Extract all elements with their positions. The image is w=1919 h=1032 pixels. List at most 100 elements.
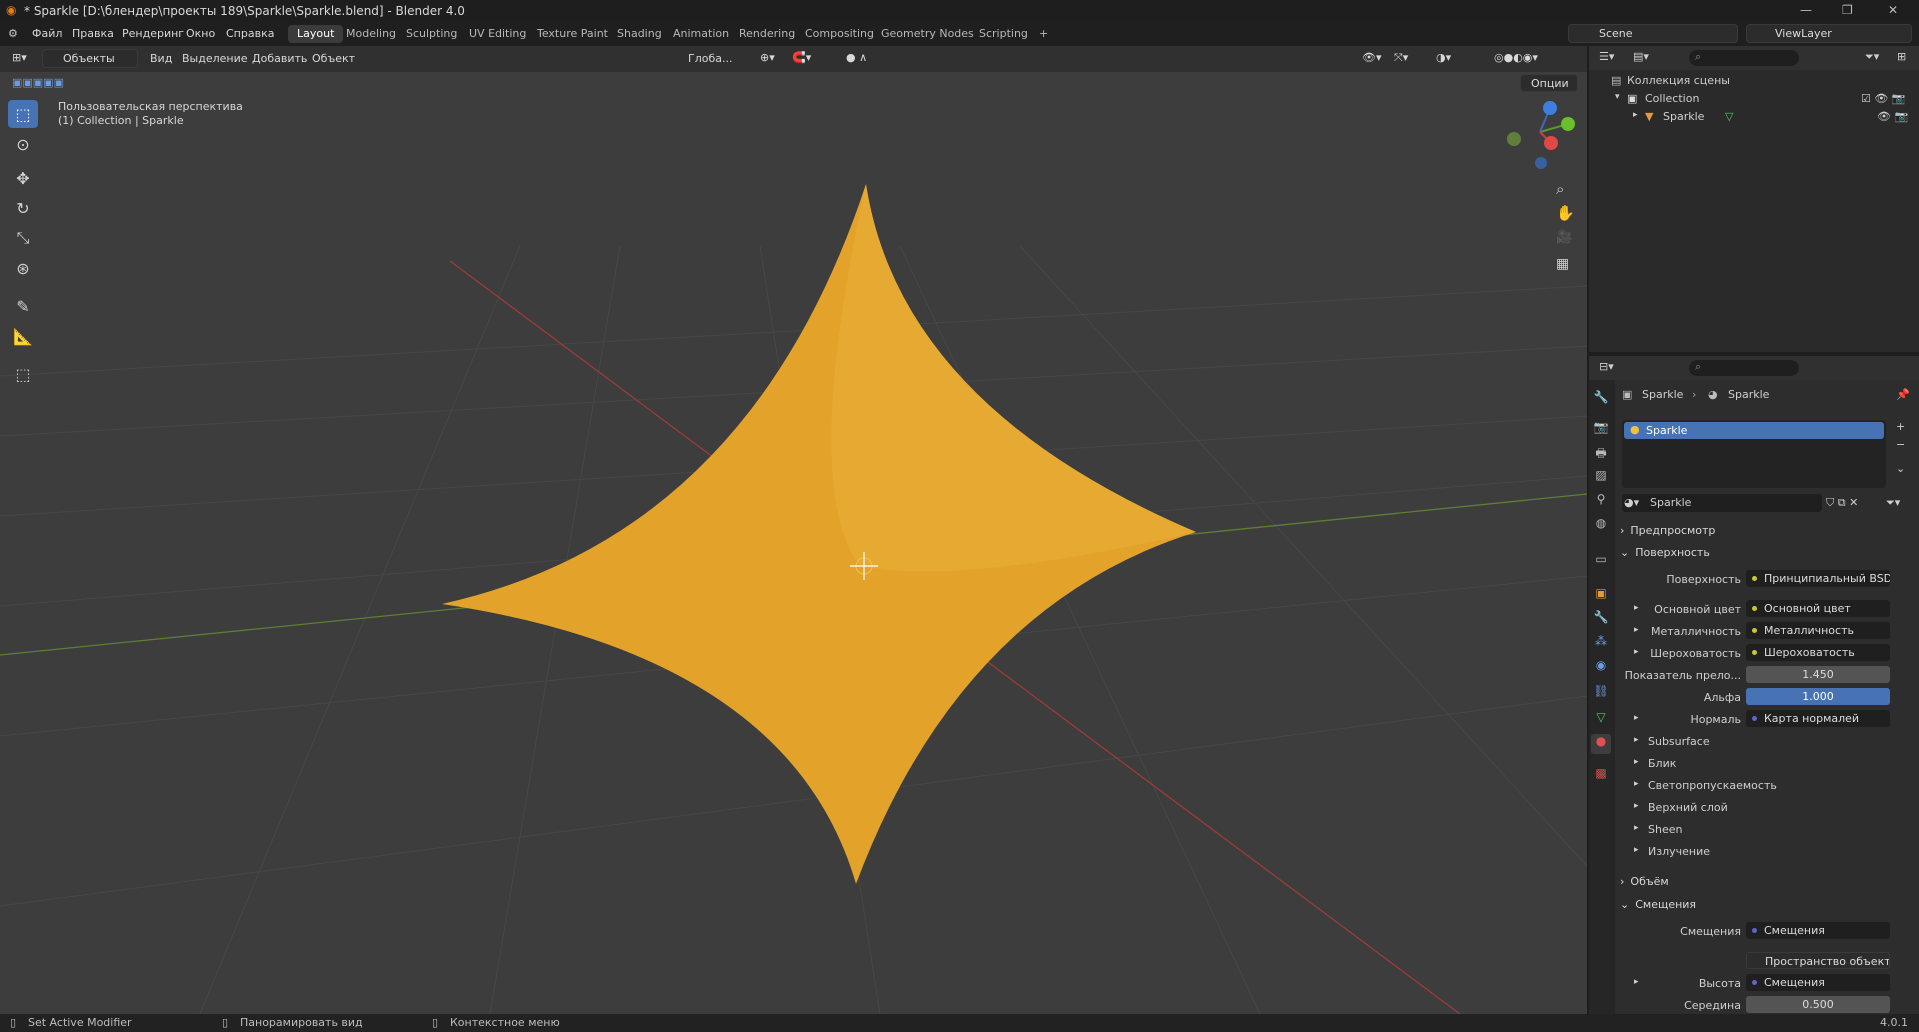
select-mode-icons[interactable]: ▣▣▣▣▣ <box>12 76 64 89</box>
pan-hand-icon[interactable]: ✋ <box>1556 204 1575 222</box>
annotate-tool[interactable]: ✎ <box>8 292 38 320</box>
material-slot-selected[interactable]: ● Sparkle <box>1624 422 1884 439</box>
scene-tab-icon[interactable]: ⚲ <box>1591 492 1611 512</box>
material-tab-icon[interactable]: ● <box>1591 734 1611 754</box>
overlays-icon[interactable]: ◑▾ <box>1436 51 1451 64</box>
editor-type-icon[interactable]: ⊞▾ <box>12 51 27 64</box>
surface-row-field[interactable]: Основной цвет <box>1746 600 1890 617</box>
data-tab-icon[interactable]: ▽ <box>1591 710 1611 730</box>
view-layer-selector[interactable]: ViewLayer <box>1746 24 1912 43</box>
menu-help[interactable]: Справка <box>226 27 274 40</box>
surface-row-field[interactable]: Карта нормалей <box>1746 710 1890 727</box>
displacement-section[interactable]: ⌄ Смещения <box>1620 898 1910 918</box>
expand-collection-icon[interactable]: ▾ <box>1615 92 1620 102</box>
breadcrumb-material[interactable]: Sparkle <box>1728 388 1769 401</box>
properties-search-input[interactable]: ⌕ <box>1689 360 1799 376</box>
row-expand-icon[interactable]: ▸ <box>1634 625 1639 635</box>
blender-menu-icon[interactable]: ⚙ <box>8 27 18 40</box>
mesh-data-icon[interactable]: ▽ <box>1725 110 1733 123</box>
surface-row-field[interactable]: 1.000 <box>1746 688 1890 705</box>
subpanel-0[interactable]: ▸ Subsurface <box>1628 732 1913 752</box>
object-tab-icon[interactable]: ▣ <box>1591 586 1611 606</box>
surface-row-field[interactable]: 1.450 <box>1746 666 1890 683</box>
zoom-icon[interactable]: ⌕ <box>1556 180 1564 198</box>
menu-file[interactable]: Файл <box>32 27 62 40</box>
move-tool[interactable]: ✥ <box>8 164 38 192</box>
tab-sculpting[interactable]: Sculpting <box>397 25 466 43</box>
proportional-edit-icon[interactable]: ● ∧ <box>846 51 867 64</box>
modifier-tab-icon[interactable]: 🔧 <box>1591 610 1611 630</box>
subpanel-5[interactable]: ▸ Излучение <box>1628 842 1913 862</box>
surface-row-field[interactable]: Металличность <box>1746 622 1890 639</box>
outliner-editor-icon[interactable]: ☰▾ <box>1599 50 1614 63</box>
subpanel-2[interactable]: ▸ Светопропускаемость <box>1628 776 1913 796</box>
add-cube-tool[interactable]: ⬚ <box>8 360 38 388</box>
menu-window[interactable]: Окно <box>186 27 215 40</box>
mode-selector[interactable]: Объекты <box>42 49 138 68</box>
add-slot-icon[interactable]: + <box>1896 420 1905 433</box>
navigation-gizmo[interactable] <box>1507 101 1575 169</box>
displacement-row-field[interactable]: Смещения <box>1746 922 1890 939</box>
material-slot-list[interactable]: ● Sparkle <box>1622 420 1886 488</box>
tab-texture-paint[interactable]: Texture Paint <box>528 25 617 43</box>
rotate-tool[interactable]: ↻ <box>8 194 38 222</box>
object-label[interactable]: Sparkle <box>1663 110 1704 123</box>
tab-compositing[interactable]: Compositing <box>796 25 883 43</box>
displacement-row-field[interactable]: 0.500 <box>1746 996 1890 1013</box>
display-mode-icon[interactable]: ▤▾ <box>1633 50 1649 63</box>
tab-geometry-nodes[interactable]: Geometry Nodes <box>872 25 983 43</box>
gizmo-toggle-icon[interactable]: ⤧▾ <box>1394 51 1408 65</box>
expand-object-icon[interactable]: ▸ <box>1633 110 1638 120</box>
physics-tab-icon[interactable]: ◉ <box>1591 658 1611 678</box>
subpanel-3[interactable]: ▸ Верхний слой <box>1628 798 1913 818</box>
particles-tab-icon[interactable]: ⁂ <box>1591 634 1611 654</box>
row-expand-icon[interactable]: ▸ <box>1634 713 1639 723</box>
tab-animation[interactable]: Animation <box>664 25 738 43</box>
volume-section[interactable]: › Объём <box>1620 875 1910 895</box>
object-visibility-icons[interactable]: 👁 📷 <box>1877 110 1908 123</box>
output-tab-icon[interactable]: 🖶 <box>1591 444 1611 464</box>
menu-select[interactable]: Выделение <box>182 52 248 65</box>
camera-view-icon[interactable]: 🎥 <box>1556 230 1572 245</box>
select-box-tool[interactable]: ⬚ <box>8 100 38 128</box>
tab-modeling[interactable]: Modeling <box>337 25 405 43</box>
constraints-tab-icon[interactable]: ⛓ <box>1591 684 1611 704</box>
visibility-icon[interactable]: 👁▾ <box>1362 51 1382 64</box>
material-name-field[interactable]: Sparkle <box>1622 494 1822 512</box>
properties-editor-icon[interactable]: ⊟▾ <box>1599 360 1614 373</box>
surface-row-field[interactable]: Принципиальный BSDF <box>1746 570 1890 587</box>
breadcrumb-object[interactable]: Sparkle <box>1642 388 1683 401</box>
tab-uv-editing[interactable]: UV Editing <box>460 25 535 43</box>
maximize-icon[interactable]: ❐ <box>1842 3 1853 17</box>
transform-orientation[interactable]: Глоба... <box>688 52 732 65</box>
collection-visibility-icons[interactable]: ☑ 👁 📷 <box>1861 92 1906 105</box>
displacement-row-field[interactable]: Пространство объекта <box>1746 952 1890 969</box>
pin-icon[interactable]: 📌 <box>1896 388 1910 401</box>
close-icon[interactable]: ✕ <box>1888 3 1898 17</box>
world-tab-icon[interactable]: ◍ <box>1591 516 1611 536</box>
tab-shading[interactable]: Shading <box>608 25 671 43</box>
displacement-row-field[interactable]: Смещения <box>1746 974 1890 991</box>
collection-label[interactable]: Collection <box>1645 92 1699 105</box>
row-expand-icon[interactable]: ▸ <box>1634 647 1639 657</box>
outliner-search-input[interactable]: ⌕ <box>1689 50 1799 66</box>
scene-selector[interactable]: Scene <box>1568 24 1738 43</box>
menu-edit[interactable]: Правка <box>72 27 114 40</box>
surface-row-field[interactable]: Шероховатость <box>1746 644 1890 661</box>
fake-user-icon[interactable]: ⛉ ⧉ ✕ <box>1826 496 1858 510</box>
scale-tool[interactable]: ⤡ <box>8 224 38 252</box>
menu-add[interactable]: Добавить <box>252 52 307 65</box>
subpanel-4[interactable]: ▸ Sheen <box>1628 820 1913 840</box>
remove-slot-icon[interactable]: − <box>1896 438 1905 451</box>
add-workspace-icon[interactable]: + <box>1030 25 1057 43</box>
snap-icon[interactable]: 🧲▾ <box>792 51 811 64</box>
filter-icon[interactable]: ⏷▾ <box>1865 50 1879 64</box>
tab-layout[interactable]: Layout <box>288 25 344 43</box>
texture-tab-icon[interactable]: ▩ <box>1591 766 1611 786</box>
render-tab-icon[interactable]: 📷 <box>1591 420 1611 440</box>
surface-section[interactable]: ⌄ Поверхность <box>1620 546 1910 566</box>
collection-tab-icon[interactable]: ▭ <box>1591 552 1611 572</box>
view-layer-tab-icon[interactable]: ▨ <box>1591 468 1611 488</box>
tool-tab-icon[interactable]: 🔧 <box>1591 390 1611 410</box>
menu-object[interactable]: Объект <box>312 52 355 65</box>
